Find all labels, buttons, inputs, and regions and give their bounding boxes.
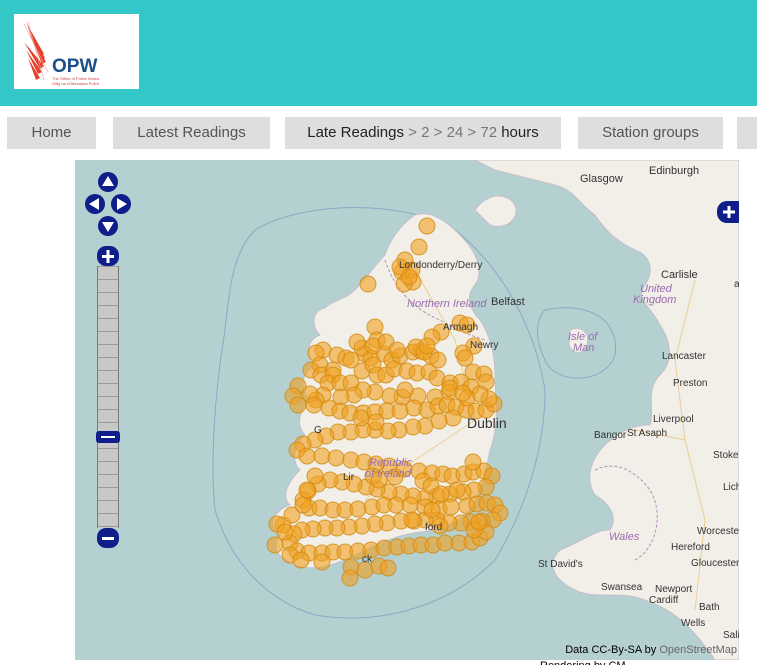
- station-marker[interactable]: [448, 481, 466, 499]
- station-marker[interactable]: [341, 569, 359, 587]
- header-banner: OPW The Office of Public Works Oifig na …: [0, 0, 757, 106]
- station-marker[interactable]: [276, 523, 294, 541]
- tab-overflow[interactable]: [737, 117, 757, 149]
- station-markers[interactable]: [75, 160, 739, 660]
- station-marker[interactable]: [431, 517, 449, 535]
- late-2-link[interactable]: 2: [421, 124, 429, 141]
- opw-logo-graphic: OPW The Office of Public Works Oifig na …: [23, 21, 100, 86]
- zoom-slider-handle[interactable]: [96, 431, 120, 443]
- station-marker[interactable]: [444, 409, 462, 427]
- station-marker[interactable]: [454, 384, 472, 402]
- map-attribution: Data CC-By-SA by OpenStreetMap: [565, 644, 737, 656]
- station-marker[interactable]: [313, 447, 331, 465]
- station-marker[interactable]: [423, 501, 441, 519]
- station-marker[interactable]: [410, 238, 428, 256]
- svg-text:OPW: OPW: [52, 56, 97, 77]
- zoom-out-button[interactable]: [96, 527, 120, 549]
- station-marker[interactable]: [352, 409, 370, 427]
- station-marker[interactable]: [305, 396, 323, 414]
- station-marker[interactable]: [418, 217, 436, 235]
- separator: >: [467, 124, 477, 141]
- station-marker[interactable]: [306, 467, 324, 485]
- station-marker[interactable]: [294, 496, 312, 514]
- station-marker[interactable]: [298, 481, 316, 499]
- tab-home[interactable]: Home: [7, 117, 96, 149]
- station-marker[interactable]: [404, 418, 422, 436]
- tab-late-readings-label[interactable]: Late Readings: [307, 124, 404, 141]
- station-marker[interactable]: [458, 316, 476, 334]
- station-marker[interactable]: [327, 449, 345, 467]
- station-marker[interactable]: [432, 485, 450, 503]
- station-marker[interactable]: [396, 381, 414, 399]
- zoom-slider-track[interactable]: [97, 266, 119, 528]
- separator: >: [408, 124, 417, 141]
- tab-station-groups-label: Station groups: [602, 124, 699, 141]
- station-marker[interactable]: [391, 402, 409, 420]
- station-marker[interactable]: [464, 453, 482, 471]
- main-navigation: Home Latest Readings Late Readings > 2 >…: [0, 117, 757, 149]
- zoom-control: [96, 245, 120, 550]
- station-marker[interactable]: [292, 551, 310, 569]
- tab-latest-readings[interactable]: Latest Readings: [113, 117, 270, 149]
- station-marker[interactable]: [388, 341, 406, 359]
- station-marker[interactable]: [379, 559, 397, 577]
- station-marker[interactable]: [313, 553, 331, 571]
- zoom-in-button[interactable]: [96, 245, 120, 267]
- late-72-link[interactable]: 72: [480, 124, 497, 141]
- layer-switcher-button[interactable]: [717, 201, 739, 223]
- station-marker[interactable]: [418, 337, 436, 355]
- station-marker[interactable]: [370, 471, 388, 489]
- station-marker[interactable]: [456, 349, 474, 367]
- station-marker[interactable]: [386, 468, 404, 486]
- station-marker[interactable]: [367, 413, 385, 431]
- station-marker[interactable]: [442, 498, 460, 516]
- tab-latest-readings-label: Latest Readings: [137, 124, 246, 141]
- station-marker[interactable]: [381, 387, 399, 405]
- station-marker[interactable]: [359, 275, 377, 293]
- station-marker[interactable]: [356, 561, 374, 579]
- tab-home-label: Home: [31, 124, 72, 141]
- pan-control[interactable]: [84, 170, 132, 240]
- tab-late-readings[interactable]: Late Readings > 2 > 24 > 72 hours: [285, 117, 561, 149]
- station-marker[interactable]: [289, 396, 307, 414]
- osm-link[interactable]: OpenStreetMap: [659, 644, 737, 656]
- separator: >: [433, 124, 443, 141]
- station-marker[interactable]: [470, 513, 488, 531]
- map-viewport[interactable]: Glasgow Edinburgh Londonderry/Derry Nort…: [75, 160, 739, 660]
- station-marker[interactable]: [349, 500, 367, 518]
- station-marker[interactable]: [298, 447, 316, 465]
- svg-text:Oifig na nOibreacha Poiblí: Oifig na nOibreacha Poiblí: [52, 81, 100, 86]
- station-marker[interactable]: [403, 511, 421, 529]
- opw-logo[interactable]: OPW The Office of Public Works Oifig na …: [14, 14, 139, 89]
- late-hours-text: hours: [501, 124, 539, 141]
- station-marker[interactable]: [401, 496, 419, 514]
- station-marker[interactable]: [266, 536, 284, 554]
- tab-station-groups[interactable]: Station groups: [578, 117, 723, 149]
- station-marker[interactable]: [348, 333, 366, 351]
- station-marker[interactable]: [391, 258, 409, 276]
- map-attribution-line2: Rendering by CM: [540, 660, 626, 665]
- late-24-link[interactable]: 24: [447, 124, 464, 141]
